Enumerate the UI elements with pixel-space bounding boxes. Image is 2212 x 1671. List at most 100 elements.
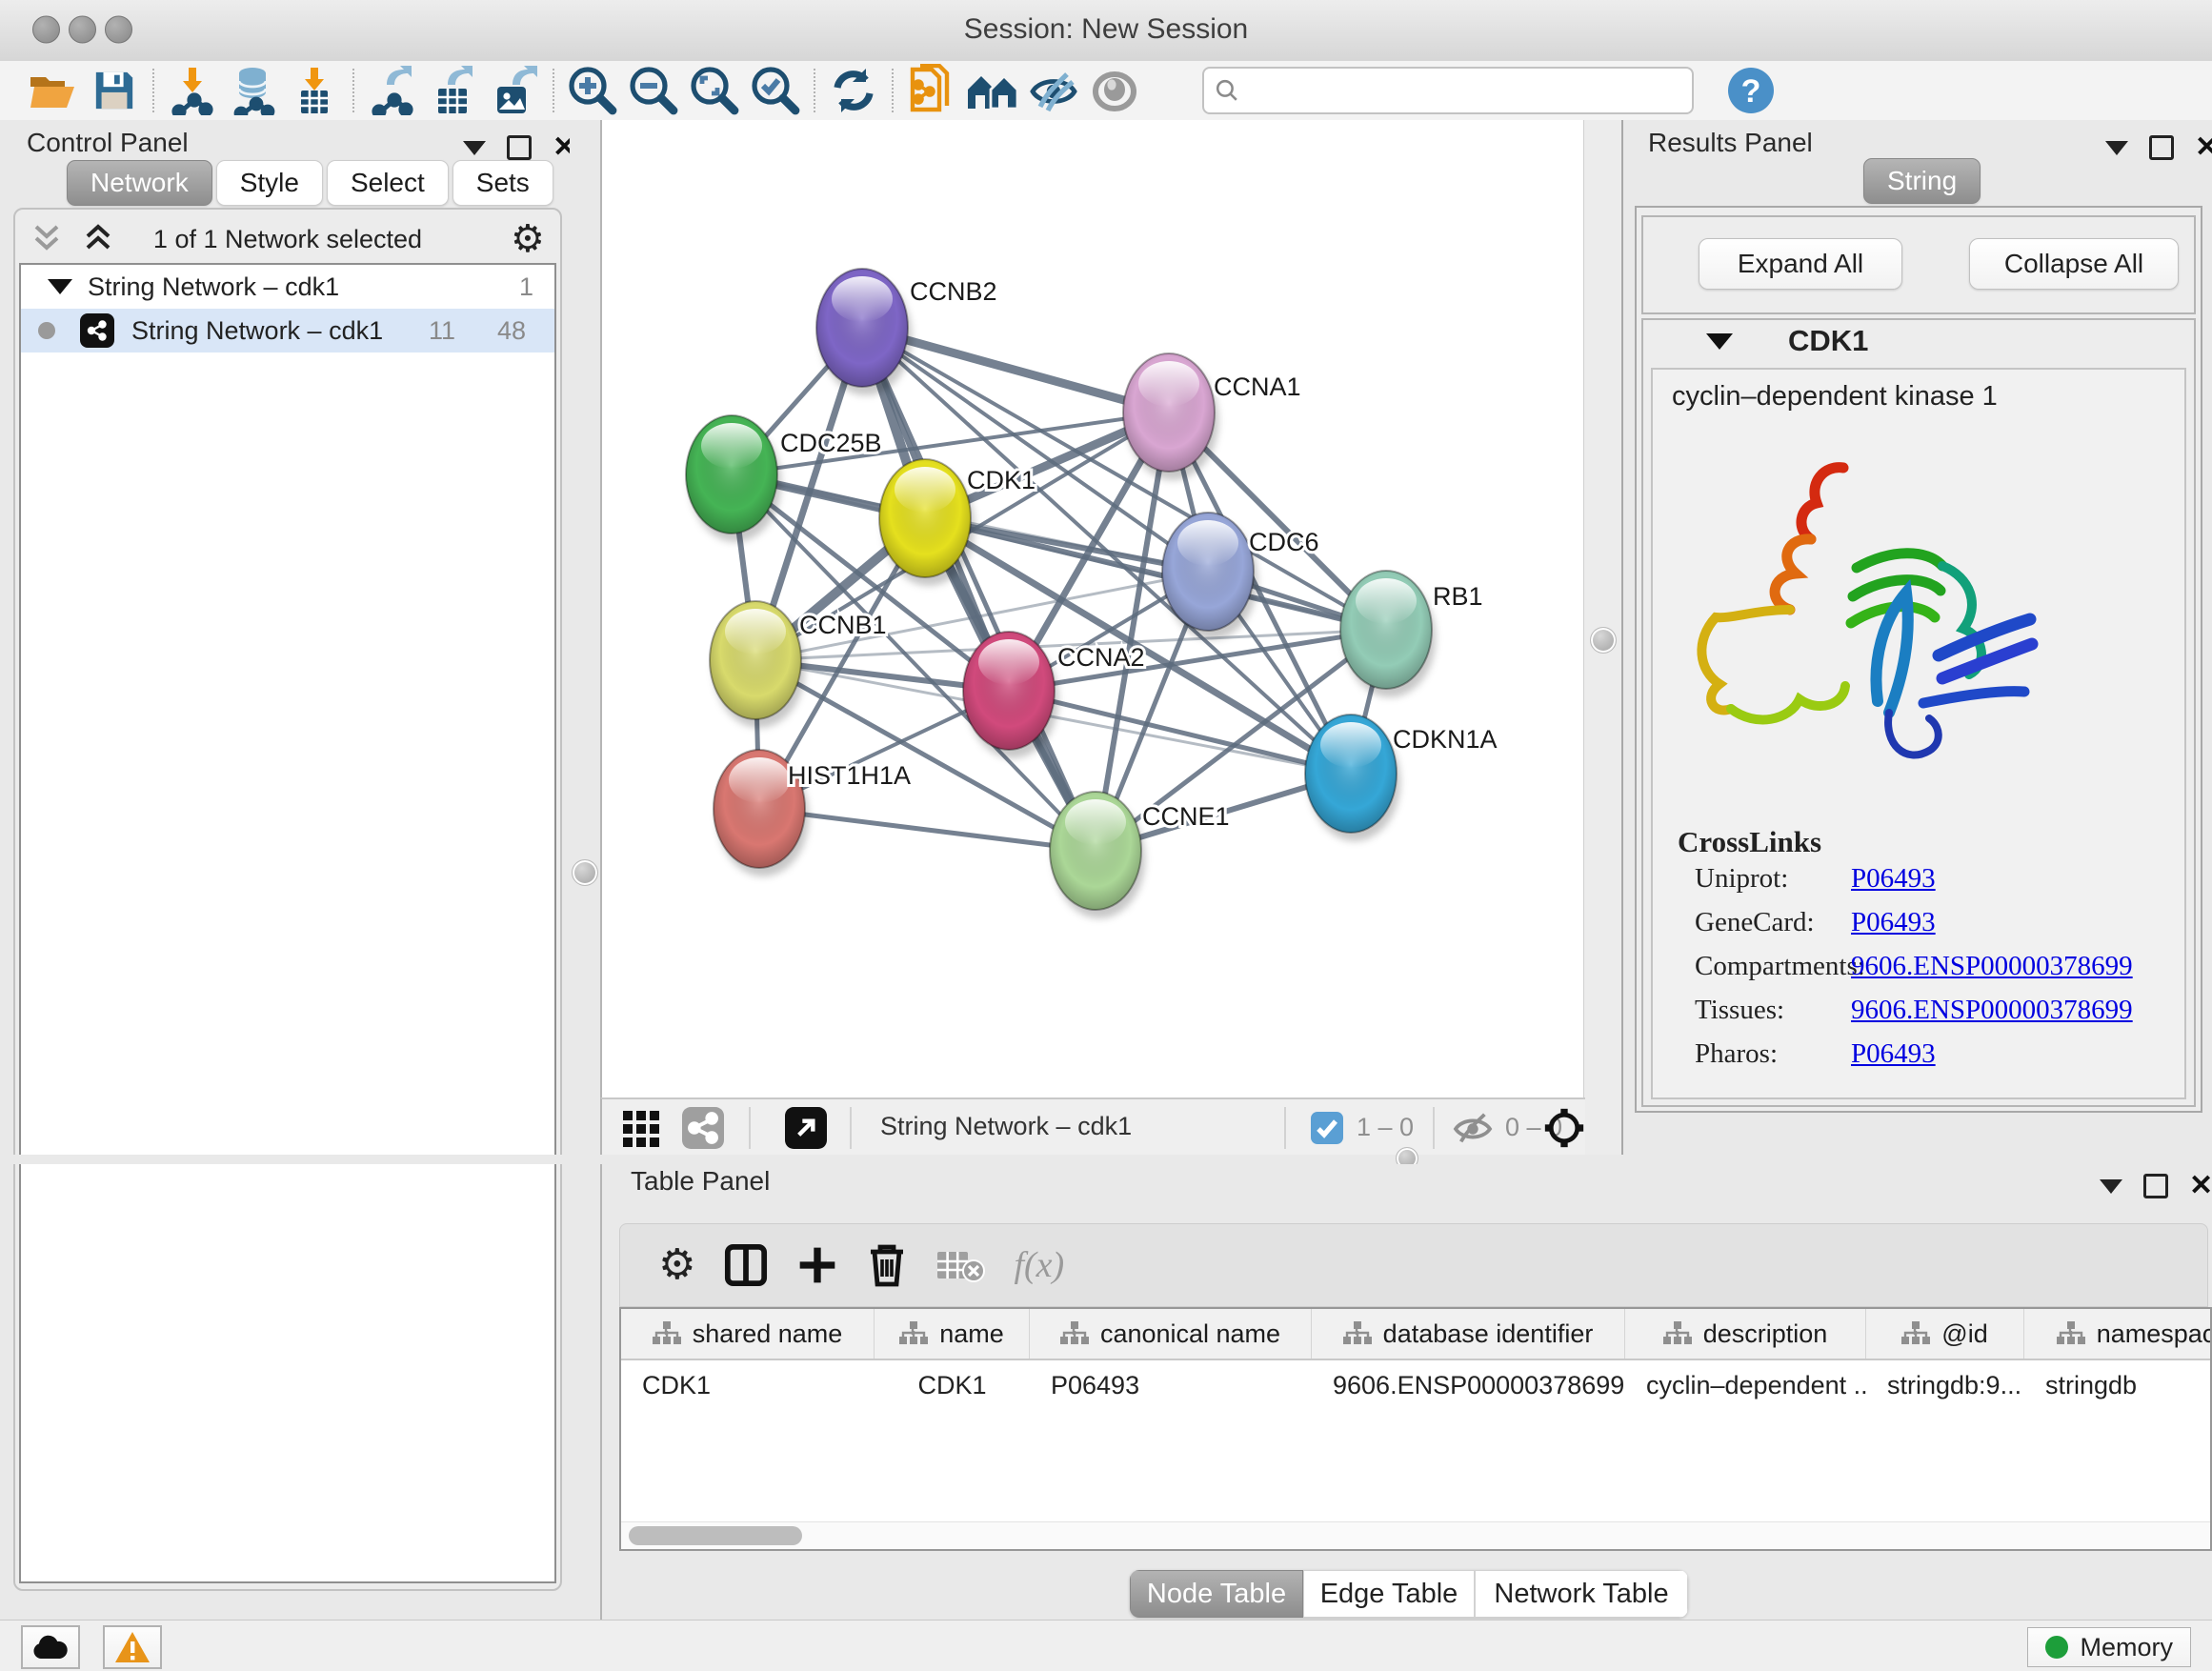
results-panel-float-icon[interactable] <box>2149 135 2174 160</box>
vertical-splitter[interactable] <box>570 120 600 1620</box>
help-icon: ? <box>1726 66 1776 115</box>
table-cell[interactable]: stringdb <box>2024 1371 2212 1400</box>
zoom-selected-button[interactable] <box>745 64 806 117</box>
add-column-icon[interactable] <box>796 1244 838 1286</box>
table-panel-collapse-icon[interactable] <box>2100 1179 2122 1194</box>
birds-eye-icon[interactable] <box>1543 1107 1585 1149</box>
help-button[interactable]: ? <box>1720 64 1781 117</box>
search-input[interactable] <box>1240 75 1682 107</box>
open-external-icon[interactable] <box>785 1107 827 1149</box>
hide-selected-button[interactable] <box>1023 64 1084 117</box>
table-cell[interactable]: cyclin–dependent ... <box>1625 1371 1866 1400</box>
table-hscrollbar-thumb[interactable] <box>629 1526 802 1545</box>
crosslink-link[interactable]: 9606.ENSP00000378699 <box>1851 951 2133 982</box>
canvas-splitter-handle[interactable] <box>1590 627 1617 654</box>
table-cell[interactable]: CDK1 <box>621 1371 875 1400</box>
tab-select[interactable]: Select <box>327 160 449 206</box>
column-header--id[interactable]: @id <box>1866 1309 2024 1359</box>
home-button[interactable] <box>962 64 1023 117</box>
import-database-button[interactable] <box>223 64 284 117</box>
node-table[interactable]: shared namenamecanonical namedatabase id… <box>619 1307 2212 1551</box>
table-hscrollbar[interactable] <box>621 1521 2210 1549</box>
table-row[interactable]: CDK1CDK1P064939606.ENSP00000378699cyclin… <box>621 1360 2210 1410</box>
table-settings-gear-icon[interactable]: ⚙ <box>658 1244 695 1286</box>
export-network-button[interactable] <box>362 64 423 117</box>
tab-network-table[interactable]: Network Table <box>1475 1570 1688 1618</box>
table-panel-float-icon[interactable] <box>2143 1174 2168 1198</box>
network-node-CDC25B[interactable]: CDC25B <box>686 415 882 542</box>
column-header-shared-name[interactable]: shared name <box>621 1309 875 1359</box>
cloud-button[interactable] <box>21 1625 80 1669</box>
network-view-toolbar: String Network – cdk1 1 – 0 0 – 0 <box>600 1097 1585 1157</box>
zoom-in-button[interactable] <box>562 64 623 117</box>
function-builder-icon[interactable]: f(x) <box>1014 1244 1064 1286</box>
network-options-gear-icon[interactable]: ⚙ <box>511 217 545 261</box>
tab-edge-table[interactable]: Edge Table <box>1303 1570 1475 1618</box>
search-field[interactable] <box>1202 67 1694 114</box>
column-header-name[interactable]: name <box>875 1309 1030 1359</box>
column-header-description[interactable]: description <box>1625 1309 1866 1359</box>
network-list-box: 1 of 1 Network selected ⚙ String Network… <box>13 208 562 1591</box>
tab-sets[interactable]: Sets <box>452 160 553 206</box>
tab-node-table[interactable]: Node Table <box>1130 1570 1303 1618</box>
column-header-namespace[interactable]: namespace <box>2024 1309 2212 1359</box>
import-table-button[interactable] <box>284 64 345 117</box>
network-node-CCNA2[interactable]: CCNA2 <box>963 632 1145 758</box>
table-panel: Table Panel ✕ ⚙ f(x) shared namenamecano… <box>600 1164 2212 1620</box>
memory-button[interactable]: Memory <box>2027 1627 2191 1667</box>
gene-expander-icon[interactable] <box>1706 333 1733 350</box>
tab-network[interactable]: Network <box>67 160 212 206</box>
table-cell[interactable]: stringdb:9... <box>1866 1371 2024 1400</box>
collapse-all-button[interactable]: Collapse All <box>1969 238 2179 290</box>
expand-all-button[interactable]: Expand All <box>1699 238 1902 290</box>
export-table-button[interactable] <box>423 64 484 117</box>
crosslink-link[interactable]: 9606.ENSP00000378699 <box>1851 995 2133 1026</box>
refresh-view-button[interactable] <box>823 64 884 117</box>
table-panel-close-icon[interactable]: ✕ <box>2189 1177 2212 1196</box>
crosslink-link[interactable]: P06493 <box>1851 907 1936 938</box>
zoom-out-button[interactable] <box>623 64 684 117</box>
column-header-canonical-name[interactable]: canonical name <box>1030 1309 1312 1359</box>
column-header-database-identifier[interactable]: database identifier <box>1312 1309 1625 1359</box>
import-network-button[interactable] <box>162 64 223 117</box>
network-node-CCNE1[interactable]: CCNE1 <box>1050 792 1230 918</box>
control-panel-float-icon[interactable] <box>507 135 532 160</box>
delete-column-icon[interactable] <box>867 1242 907 1288</box>
crosslink-link[interactable]: P06493 <box>1851 863 1936 895</box>
network-node-RB1[interactable]: RB1 <box>1340 571 1483 697</box>
network-row[interactable]: String Network – cdk1 11 48 <box>21 309 554 352</box>
export-image-button[interactable] <box>484 64 545 117</box>
splitter-handle[interactable] <box>572 859 598 886</box>
network-node-CDKN1A[interactable]: CDKN1A <box>1305 715 1498 841</box>
table-cell[interactable]: P06493 <box>1030 1371 1312 1400</box>
gene-details-box: cyclin–dependent kinase 1 <box>1651 368 2186 1099</box>
delete-table-icon[interactable] <box>935 1246 985 1284</box>
tab-style[interactable]: Style <box>216 160 323 206</box>
hidden-eye-icon[interactable] <box>1452 1111 1494 1147</box>
open-session-button[interactable] <box>23 64 84 117</box>
network-node-CCNA1[interactable]: CCNA1 <box>1123 353 1301 480</box>
show-columns-icon[interactable] <box>724 1243 768 1287</box>
share-file-button[interactable] <box>901 64 962 117</box>
table-cell[interactable]: CDK1 <box>875 1371 1030 1400</box>
selected-checkbox-icon[interactable] <box>1311 1112 1343 1144</box>
canvas-scroll-strip[interactable] <box>1583 120 1622 1155</box>
string-view-icon[interactable] <box>682 1107 724 1149</box>
grid-view-icon[interactable] <box>621 1109 663 1147</box>
crosslink-link[interactable]: P06493 <box>1851 1038 1936 1070</box>
warning-button[interactable] <box>103 1625 162 1669</box>
show-all-button[interactable] <box>1084 64 1145 117</box>
results-panel-collapse-icon[interactable] <box>2105 141 2128 155</box>
network-collection-row[interactable]: String Network – cdk1 1 <box>21 265 554 309</box>
table-cell[interactable]: 9606.ENSP00000378699 <box>1312 1371 1625 1400</box>
network-edge[interactable] <box>759 809 1096 851</box>
tab-string[interactable]: String <box>1863 158 1981 204</box>
collection-expander-icon[interactable] <box>48 279 72 294</box>
save-session-button[interactable] <box>84 64 145 117</box>
control-panel-collapse-icon[interactable] <box>463 141 486 155</box>
network-node-CCNB2[interactable]: CCNB2 <box>816 269 997 395</box>
horizontal-splitter[interactable] <box>0 1155 2212 1164</box>
zoom-fit-button[interactable] <box>684 64 745 117</box>
network-canvas[interactable]: CCNB2CCNA1CDC25BCDK1CDC6RB1CCNB1CCNA2CDK… <box>600 120 1585 1097</box>
results-panel-close-icon[interactable]: ✕ <box>2195 138 2212 157</box>
